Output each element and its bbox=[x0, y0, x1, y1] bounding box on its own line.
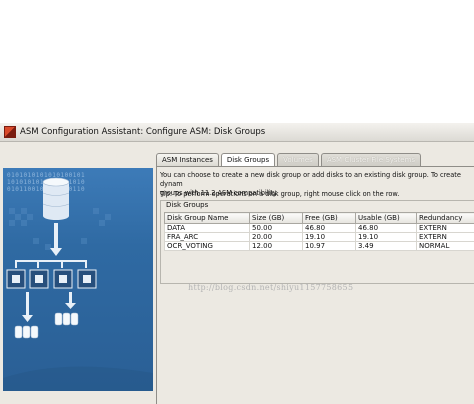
asm-config-window: ASM Configuration Assistant: Configure A… bbox=[0, 123, 474, 404]
disk-groups-group: Disk Groups Disk Group Name Size (GB) Fr… bbox=[160, 200, 474, 284]
cell-free: 46.80 bbox=[302, 223, 356, 233]
tab-asm-instances[interactable]: ASM Instances bbox=[156, 153, 219, 166]
table-row[interactable]: OCR_VOTING 12.00 10.97 3.49 NORMAL bbox=[164, 241, 474, 251]
tab-asm-cluster-file-systems: ASM Cluster File Systems bbox=[320, 153, 422, 166]
cell-usable: 46.80 bbox=[355, 223, 417, 233]
table-header-row: Disk Group Name Size (GB) Free (GB) Usab… bbox=[164, 212, 474, 224]
cell-free: 10.97 bbox=[302, 241, 356, 251]
disk-groups-title: Disk Groups bbox=[165, 201, 210, 209]
disk-groups-table[interactable]: Disk Group Name Size (GB) Free (GB) Usab… bbox=[164, 212, 474, 251]
cell-usable: 3.49 bbox=[355, 241, 417, 251]
window-title: ASM Configuration Assistant: Configure A… bbox=[20, 127, 266, 137]
tab-volumes: Volumes bbox=[277, 153, 319, 166]
cell-usable: 19.10 bbox=[355, 232, 417, 242]
side-banner-graphic: 0101010101010100101 1010101010010101010 … bbox=[3, 168, 153, 391]
col-size[interactable]: Size (GB) bbox=[249, 212, 303, 224]
col-disk-group-name[interactable]: Disk Group Name bbox=[164, 212, 250, 224]
cell-name: OCR_VOTING bbox=[164, 241, 250, 251]
tip-text: Tip: To perform operations on a disk gro… bbox=[160, 190, 400, 198]
main-content: ASM Instances Disk Groups Volumes ASM Cl… bbox=[156, 153, 474, 404]
col-free[interactable]: Free (GB) bbox=[302, 212, 356, 224]
cell-size: 12.00 bbox=[249, 241, 303, 251]
table-row[interactable]: FRA_ARC 20.00 19.10 19.10 EXTERN bbox=[164, 232, 474, 242]
col-usable[interactable]: Usable (GB) bbox=[355, 212, 417, 224]
col-redundancy[interactable]: Redundancy bbox=[416, 212, 474, 224]
cell-redundancy: EXTERN bbox=[416, 223, 474, 233]
cell-name: DATA bbox=[164, 223, 250, 233]
cell-redundancy: EXTERN bbox=[416, 232, 474, 242]
cell-size: 20.00 bbox=[249, 232, 303, 242]
tab-bar: ASM Instances Disk Groups Volumes ASM Cl… bbox=[156, 153, 423, 167]
title-bar[interactable]: ASM Configuration Assistant: Configure A… bbox=[0, 123, 474, 142]
info-line-1: You can choose to create a new disk grou… bbox=[160, 171, 461, 188]
cell-free: 19.10 bbox=[302, 232, 356, 242]
cell-redundancy: NORMAL bbox=[416, 241, 474, 251]
cell-size: 50.00 bbox=[249, 223, 303, 233]
watermark-url: http://blog.csdn.net/shiyu1157758655 bbox=[188, 283, 354, 292]
cell-name: FRA_ARC bbox=[164, 232, 250, 242]
tab-disk-groups[interactable]: Disk Groups bbox=[220, 153, 276, 167]
storage-diagram-icon bbox=[3, 177, 153, 391]
table-row[interactable]: DATA 50.00 46.80 46.80 EXTERN bbox=[164, 223, 474, 233]
asm-app-icon bbox=[4, 126, 16, 138]
